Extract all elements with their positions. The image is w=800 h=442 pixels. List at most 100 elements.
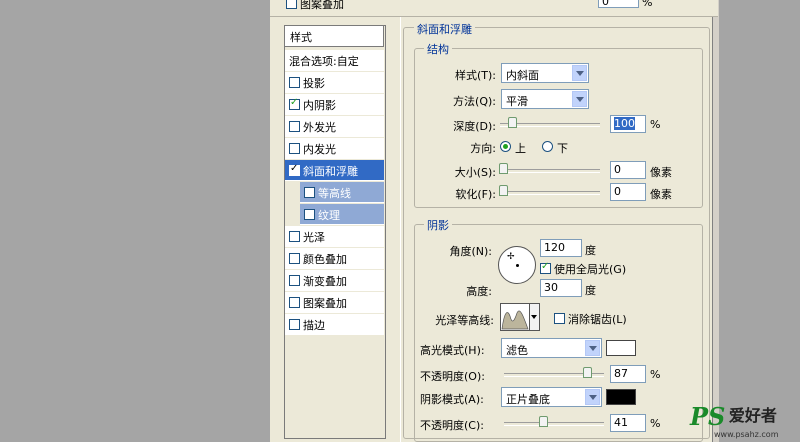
style-item[interactable]: 纹理 <box>300 204 384 225</box>
direction-up-label: 上 <box>515 142 526 155</box>
shadow-opacity-slider[interactable] <box>504 422 604 426</box>
style-item-label: 图案叠加 <box>303 297 347 310</box>
bevel-emboss-title: 斜面和浮雕 <box>414 21 475 37</box>
size-slider-thumb[interactable] <box>499 163 508 174</box>
altitude-unit: 度 <box>585 284 596 297</box>
highlight-opacity-input[interactable]: 87 <box>610 365 646 383</box>
style-item-checkbox[interactable] <box>289 121 300 132</box>
style-item[interactable]: 颜色叠加 <box>285 248 384 269</box>
soften-unit: 像素 <box>650 188 672 201</box>
chevron-down-icon[interactable] <box>572 91 587 107</box>
depth-slider-thumb[interactable] <box>508 117 517 128</box>
style-item-checkbox[interactable] <box>289 297 300 308</box>
soften-slider[interactable] <box>500 191 600 195</box>
technique-label: 方法(Q): <box>453 95 496 108</box>
style-item-checkbox[interactable] <box>289 275 300 286</box>
size-unit: 像素 <box>650 166 672 179</box>
highlight-mode-select[interactable]: 滤色 <box>501 338 602 358</box>
altitude-input[interactable]: 30 <box>540 279 582 297</box>
global-light-checkbox[interactable] <box>540 261 551 274</box>
style-item-label: 描边 <box>303 319 325 332</box>
shadow-opacity-label: 不透明度(C): <box>420 419 484 432</box>
prev-style-checkbox[interactable] <box>286 0 297 9</box>
structure-title: 结构 <box>424 41 452 57</box>
direction-down-label: 下 <box>557 142 568 155</box>
style-item-label: 颜色叠加 <box>303 253 347 266</box>
watermark-url: www.psahz.com <box>714 430 779 439</box>
direction-up-radio[interactable] <box>500 141 511 152</box>
style-item-label: 等高线 <box>318 187 351 200</box>
style-item-checkbox[interactable] <box>289 143 300 154</box>
style-item[interactable]: 投影 <box>285 72 384 93</box>
style-item-checkbox[interactable] <box>289 253 300 264</box>
antialias-checkbox[interactable] <box>554 313 565 324</box>
soften-input[interactable]: 0 <box>610 183 646 201</box>
highlight-mode-value: 滤色 <box>506 344 528 357</box>
style-item-checkbox[interactable] <box>304 187 315 198</box>
style-item-checkbox[interactable] <box>289 163 300 176</box>
prev-value-field[interactable]: 0 <box>598 0 639 8</box>
style-item-label: 纹理 <box>318 209 340 222</box>
shadow-opacity-thumb[interactable] <box>539 416 548 427</box>
watermark-cn: 爱好者 <box>728 406 777 425</box>
styles-header[interactable]: 样式 <box>284 25 384 47</box>
style-label: 样式(T): <box>454 69 496 82</box>
size-input[interactable]: 0 <box>610 161 646 179</box>
prev-slider[interactable] <box>460 0 518 9</box>
style-item-checkbox[interactable] <box>289 97 300 110</box>
angle-dial[interactable]: ✢ <box>498 246 536 284</box>
style-item-label: 投影 <box>303 77 325 90</box>
style-item[interactable]: 内发光 <box>285 138 384 159</box>
shadow-mode-select[interactable]: 正片叠底 <box>501 387 602 407</box>
shadow-color-swatch[interactable] <box>606 389 636 405</box>
antialias-checkbox-wrap[interactable]: 消除锯齿(L) <box>554 311 627 327</box>
style-item[interactable]: 斜面和浮雕 <box>285 160 384 181</box>
previous-section-strip: 图案叠加 0 % <box>270 0 718 17</box>
blend-options-item[interactable]: 混合选项:自定 <box>285 50 384 71</box>
soften-slider-thumb[interactable] <box>499 185 508 196</box>
shadow-opacity-unit: % <box>650 417 661 430</box>
style-item-checkbox[interactable] <box>289 77 300 88</box>
depth-label: 深度(D): <box>453 120 496 133</box>
size-slider[interactable] <box>500 169 600 173</box>
highlight-color-swatch[interactable] <box>606 340 636 356</box>
direction-down-radio[interactable] <box>542 141 553 152</box>
highlight-opacity-unit: % <box>650 368 661 381</box>
depth-unit: % <box>650 118 661 131</box>
style-item[interactable]: 外发光 <box>285 116 384 137</box>
style-item-label: 外发光 <box>303 121 336 134</box>
highlight-mode-label: 高光模式(H): <box>420 344 485 357</box>
technique-select-value: 平滑 <box>506 95 528 108</box>
global-light-label: 使用全局光(G) <box>554 263 627 276</box>
shadow-opacity-input[interactable]: 41 <box>610 414 646 432</box>
angle-unit: 度 <box>585 244 596 257</box>
technique-select[interactable]: 平滑 <box>501 89 589 109</box>
depth-input[interactable]: 100 <box>610 115 646 133</box>
chevron-down-icon[interactable] <box>572 65 587 81</box>
style-item[interactable]: 渐变叠加 <box>285 270 384 291</box>
style-select-value: 内斜面 <box>506 69 539 82</box>
chevron-down-icon[interactable] <box>585 389 600 405</box>
shadow-mode-label: 阴影模式(A): <box>420 393 484 406</box>
style-select[interactable]: 内斜面 <box>501 63 589 83</box>
prev-unit: % <box>642 0 653 9</box>
angle-input[interactable]: 120 <box>540 239 582 257</box>
style-item[interactable]: 描边 <box>285 314 384 335</box>
style-item[interactable]: 等高线 <box>300 182 384 203</box>
style-item[interactable]: 内阴影 <box>285 94 384 115</box>
style-item-checkbox[interactable] <box>304 209 315 220</box>
gloss-contour-preview[interactable] <box>500 303 530 331</box>
highlight-opacity-thumb[interactable] <box>583 367 592 378</box>
style-item-label: 斜面和浮雕 <box>303 165 358 178</box>
chevron-down-icon[interactable] <box>585 340 600 356</box>
style-item-checkbox[interactable] <box>289 231 300 242</box>
style-item[interactable]: 图案叠加 <box>285 292 384 313</box>
style-item-label: 渐变叠加 <box>303 275 347 288</box>
gloss-contour-dropdown[interactable] <box>530 303 540 331</box>
style-item-checkbox[interactable] <box>289 319 300 330</box>
prev-style-item[interactable]: 图案叠加 <box>286 0 344 12</box>
direction-label: 方向: <box>470 142 496 155</box>
style-item[interactable]: 光泽 <box>285 226 384 247</box>
shading-title: 阴影 <box>424 217 452 233</box>
global-light-checkbox-wrap[interactable]: 使用全局光(G) <box>540 261 626 277</box>
